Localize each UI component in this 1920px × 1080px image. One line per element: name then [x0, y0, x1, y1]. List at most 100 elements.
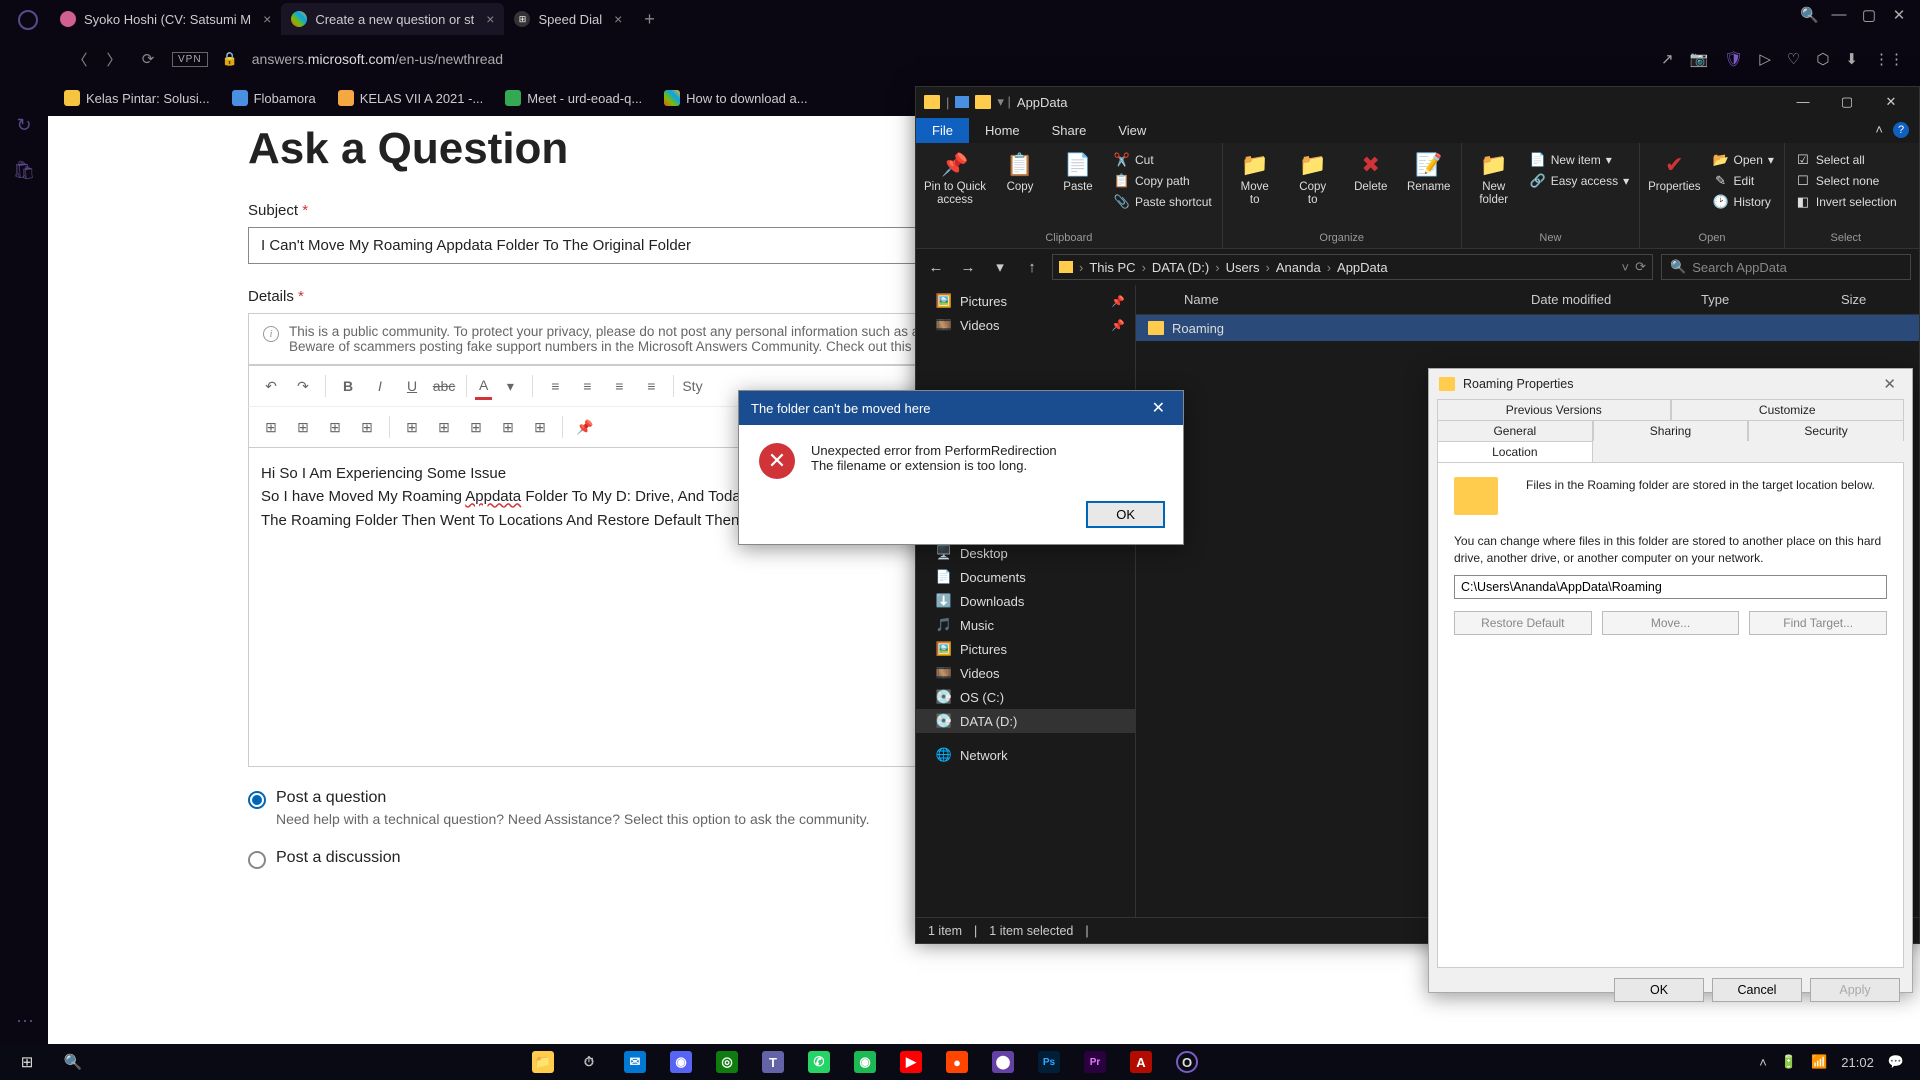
selectnone-button[interactable]: ☐Select none [1793, 172, 1899, 190]
invert-button[interactable]: ◧Invert selection [1793, 193, 1899, 211]
move-button[interactable]: Move... [1602, 611, 1740, 635]
recent-dropdown[interactable]: ▾ [988, 258, 1012, 276]
copypath-button[interactable]: 📋Copy path [1112, 172, 1214, 190]
cube-icon[interactable]: ⬡ [1816, 50, 1829, 68]
close-icon[interactable]: × [263, 11, 271, 27]
taskbar-app[interactable]: T [752, 1046, 794, 1078]
edit-button[interactable]: ✎Edit [1711, 172, 1776, 190]
tab-previous-versions[interactable]: Previous Versions [1437, 399, 1671, 420]
tree-videos2[interactable]: 🎞️Videos [916, 661, 1135, 685]
delete-button[interactable]: ✖Delete [1347, 151, 1395, 194]
close-icon[interactable]: ✕ [1146, 398, 1171, 418]
heart-icon[interactable]: ♡ [1787, 50, 1800, 68]
tree-os-c[interactable]: 💽OS (C:) [916, 685, 1135, 709]
bookmark-1[interactable]: Flobamora [232, 90, 316, 106]
tree-music[interactable]: 🎵Music [916, 613, 1135, 637]
col-type[interactable]: Type [1689, 292, 1829, 307]
col-date[interactable]: Date modified [1519, 292, 1689, 307]
tab-file[interactable]: File [916, 118, 969, 143]
chevron-up-icon[interactable]: ˄ [1875, 122, 1883, 138]
taskbar-app[interactable]: ▶ [890, 1046, 932, 1078]
play-icon[interactable]: ▷ [1759, 50, 1771, 68]
search-button[interactable]: 🔍 [52, 1046, 94, 1078]
tree-data-d[interactable]: 💽DATA (D:) [916, 709, 1135, 733]
bookmark-2[interactable]: KELAS VII A 2021 -... [338, 90, 484, 106]
tab-share[interactable]: Share [1036, 118, 1103, 143]
taskbar-app[interactable]: ● [936, 1046, 978, 1078]
maximize-icon[interactable]: ▢ [1860, 6, 1878, 24]
col-size[interactable]: Size [1829, 292, 1919, 307]
vpn-badge[interactable]: VPN [172, 52, 208, 67]
more-icon[interactable]: ⋯ [16, 1011, 34, 1032]
pin-quickaccess-button[interactable]: 📌Pin to Quickaccess [924, 151, 986, 207]
strike-button[interactable]: abc [430, 372, 458, 400]
table-button[interactable]: ⊞ [462, 413, 490, 441]
table-button[interactable]: ⊞ [257, 413, 285, 441]
location-path-input[interactable] [1454, 575, 1887, 599]
up-button[interactable]: ↑ [1020, 259, 1044, 276]
table-button[interactable]: ⊞ [430, 413, 458, 441]
align-justify-button[interactable]: ≡ [637, 372, 665, 400]
paste-button[interactable]: 📄Paste [1054, 151, 1102, 194]
font-dropdown[interactable]: ▾ [496, 372, 524, 400]
pasteshortcut-button[interactable]: 📎Paste shortcut [1112, 193, 1214, 211]
cancel-button[interactable]: Cancel [1712, 978, 1802, 1002]
underline-button[interactable]: U [398, 372, 426, 400]
back-button[interactable]: ← [924, 259, 948, 276]
table-button[interactable]: ⊞ [398, 413, 426, 441]
tab-sharing[interactable]: Sharing [1593, 420, 1749, 441]
bold-button[interactable]: B [334, 372, 362, 400]
start-button[interactable]: ⊞ [6, 1046, 48, 1078]
taskbar-app[interactable]: Ps [1028, 1046, 1070, 1078]
tree-pictures2[interactable]: 🖼️Pictures [916, 637, 1135, 661]
close-icon[interactable]: ✕ [1871, 94, 1911, 110]
search-input[interactable]: 🔍Search AppData [1661, 254, 1911, 280]
newitem-button[interactable]: 📄New item ▾ [1528, 151, 1631, 169]
close-icon[interactable]: ✕ [1877, 375, 1902, 393]
dialog-titlebar[interactable]: Roaming Properties✕ [1429, 369, 1912, 399]
taskbar-app[interactable]: ⬤ [982, 1046, 1024, 1078]
easyaccess-button[interactable]: 🔗Easy access ▾ [1528, 172, 1631, 190]
battery-icon[interactable]: 🔋 [1781, 1054, 1797, 1070]
taskbar-app[interactable]: Pr [1074, 1046, 1116, 1078]
chevron-up-icon[interactable]: ˄ [1759, 1055, 1767, 1070]
tab-customize[interactable]: Customize [1671, 399, 1905, 420]
history-icon[interactable]: ↻ [16, 115, 31, 136]
italic-button[interactable]: I [366, 372, 394, 400]
bookmark-3[interactable]: Meet - urd-eoad-q... [505, 90, 642, 106]
browser-tab-2[interactable]: ⊞Speed Dial× [504, 3, 632, 35]
taskbar-app[interactable]: ◎ [706, 1046, 748, 1078]
table-button[interactable]: ⊞ [353, 413, 381, 441]
table-button[interactable]: ⊞ [321, 413, 349, 441]
restore-default-button[interactable]: Restore Default [1454, 611, 1592, 635]
rename-button[interactable]: 📝Rename [1405, 151, 1453, 194]
breadcrumb[interactable]: ›This PC ›DATA (D:) ›Users ›Ananda ›AppD… [1052, 254, 1653, 280]
opera-icon[interactable] [18, 10, 38, 30]
find-target-button[interactable]: Find Target... [1749, 611, 1887, 635]
taskbar-app[interactable]: ✆ [798, 1046, 840, 1078]
taskbar-app[interactable]: ◉ [844, 1046, 886, 1078]
browser-tab-0[interactable]: Syoko Hoshi (CV: Satsumi M× [50, 3, 281, 35]
file-row-roaming[interactable]: Roaming [1136, 315, 1919, 341]
explorer-titlebar[interactable]: | ▾ | AppData ― ▢ ✕ [916, 87, 1919, 117]
redo-button[interactable]: ↷ [289, 372, 317, 400]
taskbar-app[interactable]: O [1166, 1046, 1208, 1078]
taskbar-app[interactable]: ⏱ [568, 1046, 610, 1078]
help-icon[interactable]: ? [1893, 122, 1909, 138]
align-left-button[interactable]: ≡ [541, 372, 569, 400]
ok-button[interactable]: OK [1614, 978, 1704, 1002]
tree-videos[interactable]: 🎞️Videos📌 [916, 313, 1135, 337]
history-button[interactable]: 🕑History [1711, 193, 1776, 211]
menu-icon[interactable]: ⋮⋮ [1874, 50, 1904, 68]
tree-documents[interactable]: 📄Documents [916, 565, 1135, 589]
dialog-titlebar[interactable]: The folder can't be moved here✕ [739, 391, 1183, 425]
table-button[interactable]: ⊞ [526, 413, 554, 441]
style-dropdown[interactable]: Sty [682, 372, 702, 400]
col-name[interactable]: Name [1172, 292, 1519, 307]
newfolder-button[interactable]: 📁Newfolder [1470, 151, 1518, 207]
table-button[interactable]: ⊞ [289, 413, 317, 441]
wifi-icon[interactable]: 📶 [1811, 1054, 1827, 1070]
align-right-button[interactable]: ≡ [605, 372, 633, 400]
snapshot-icon[interactable]: 📷 [1690, 50, 1709, 68]
bag-icon[interactable]: 🛍 [13, 160, 36, 181]
